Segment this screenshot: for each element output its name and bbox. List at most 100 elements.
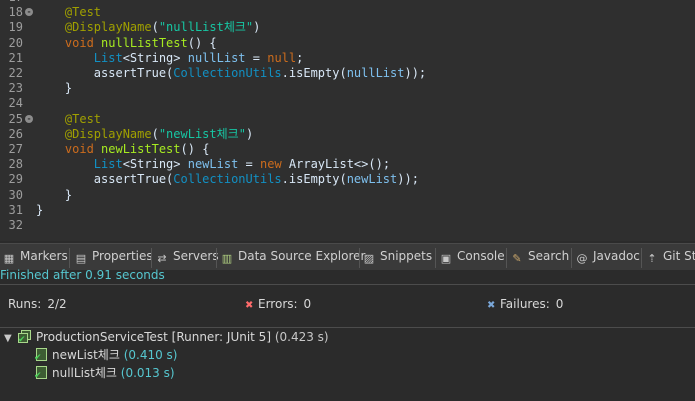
- tab-markers[interactable]: ▦ Markers: [2, 249, 68, 267]
- line-number: 29: [8, 172, 23, 187]
- code-line[interactable]: 24: [0, 96, 695, 111]
- code-text: @DisplayName("newList체크"): [36, 126, 254, 141]
- test-pass-icon: ✔: [34, 348, 48, 363]
- junit-counters: Runs: 2/2 ✖ Errors: 0 ✖ Failures: 0: [0, 284, 695, 328]
- tab-search-label: Search: [528, 249, 570, 263]
- junit-status-message: Finished after 0.91 seconds: [0, 268, 165, 282]
- tree-test-row[interactable]: ✔ nullList체크 (0.013 s): [34, 364, 175, 382]
- tab-git-staging[interactable]: ⇡ Git St: [645, 249, 695, 267]
- bottom-view-tab-bar: ▦ Markers ▤ Properties ⇄ Servers ▥ Data Sour…: [0, 243, 695, 270]
- code-text: @DisplayName("nullList체크"): [36, 20, 261, 35]
- tab-servers[interactable]: ⇄ Servers: [155, 249, 218, 267]
- line-number: 23: [8, 81, 23, 96]
- line-number: 24: [8, 96, 23, 111]
- tab-git-label: Git St: [663, 249, 695, 263]
- code-text: List<String> newList = new ArrayList<>()…: [36, 157, 391, 172]
- code-editor[interactable]: 1718- @Test19 @DisplayName("nullList체크")…: [0, 0, 695, 241]
- failures-value: 0: [555, 297, 564, 311]
- runs-label: Runs:: [8, 297, 42, 311]
- test-time: (0.410 s): [123, 348, 178, 362]
- code-text: List<String> nullList = null;: [36, 50, 304, 65]
- code-line[interactable]: 30 }: [0, 188, 695, 203]
- tab-separator: [151, 248, 152, 268]
- line-number: 26: [8, 126, 23, 141]
- tab-separator: [69, 248, 70, 268]
- tab-snippets[interactable]: ▨ Snippets: [362, 249, 432, 267]
- suite-time: (0.423 s): [274, 330, 329, 344]
- tab-properties-label: Properties: [92, 249, 153, 263]
- code-text: @Test: [36, 111, 102, 126]
- code-line[interactable]: 22 assertTrue(CollectionUtils.isEmpty(nu…: [0, 66, 695, 81]
- junit-test-tree: ▼ ✔ ProductionServiceTest [Runner: JUnit 5…: [0, 329, 695, 401]
- tree-suite-row[interactable]: ▼ ✔ ProductionServiceTest [Runner: JUnit 5…: [4, 328, 329, 346]
- line-number: 28: [8, 157, 23, 172]
- tab-console[interactable]: ▣ Console: [439, 249, 505, 267]
- errors-value: 0: [303, 297, 312, 311]
- tab-search[interactable]: ✎ Search: [510, 249, 569, 267]
- code-line[interactable]: 18- @Test: [0, 5, 695, 20]
- code-line[interactable]: 25- @Test: [0, 112, 695, 127]
- tab-separator: [435, 248, 436, 268]
- line-number: 30: [8, 187, 23, 202]
- errors-counter: ✖ Errors: 0: [245, 297, 311, 311]
- tab-console-label: Console: [457, 249, 505, 263]
- code-text: }: [36, 81, 73, 96]
- failures-counter: ✖ Failures: 0: [487, 297, 563, 311]
- line-number: 18: [8, 5, 23, 20]
- git-staging-icon: ⇡: [647, 252, 657, 265]
- failures-label: Failures:: [500, 297, 550, 311]
- fold-toggle-icon[interactable]: -: [25, 8, 33, 17]
- tab-separator: [359, 248, 360, 268]
- tab-data-source-label: Data Source Explorer: [238, 249, 366, 263]
- code-line[interactable]: 26 @DisplayName("newList체크"): [0, 127, 695, 142]
- markers-icon: ▦: [3, 252, 15, 265]
- line-number: 32: [8, 218, 23, 232]
- tab-snippets-label: Snippets: [380, 249, 433, 263]
- tab-javadoc[interactable]: @ Javadoc: [575, 249, 640, 267]
- snippets-icon: ▨: [363, 252, 375, 265]
- code-line[interactable]: 29 assertTrue(CollectionUtils.isEmpty(ne…: [0, 172, 695, 187]
- code-line[interactable]: 27 void newListTest() {: [0, 142, 695, 157]
- code-line[interactable]: 23 }: [0, 81, 695, 96]
- tree-test-row[interactable]: ✔ newList체크 (0.410 s): [34, 346, 178, 364]
- suite-name: ProductionServiceTest [Runner: JUnit 5]: [36, 330, 271, 344]
- properties-icon: ▤: [75, 252, 87, 265]
- test-time: (0.013 s): [120, 366, 175, 380]
- tab-separator: [506, 248, 507, 268]
- code-line[interactable]: 31}: [0, 203, 695, 218]
- line-number: 27: [8, 142, 23, 156]
- test-pass-icon: ✔: [34, 366, 48, 381]
- code-text: @Test: [36, 5, 102, 20]
- code-text: }: [36, 202, 44, 217]
- code-line[interactable]: 19 @DisplayName("nullList체크"): [0, 20, 695, 35]
- code-line[interactable]: 20 void nullListTest() {: [0, 36, 695, 51]
- line-number: 22: [8, 66, 23, 80]
- search-icon: ✎: [512, 252, 522, 265]
- errors-label: Errors:: [258, 297, 298, 311]
- code-text: void newListTest() {: [36, 142, 210, 156]
- code-line[interactable]: 21 List<String> nullList = null;: [0, 51, 695, 66]
- fold-toggle-icon[interactable]: -: [25, 114, 33, 123]
- line-number: 25: [8, 111, 23, 126]
- line-number: 21: [8, 50, 23, 65]
- code-text: }: [36, 187, 73, 202]
- test-name: newList체크: [52, 348, 120, 362]
- servers-icon: ⇄: [157, 252, 167, 265]
- code-line[interactable]: 28 List<String> newList = new ArrayList<…: [0, 157, 695, 172]
- tab-separator: [641, 248, 642, 268]
- tab-properties[interactable]: ▤ Properties: [74, 249, 153, 267]
- runs-counter: Runs: 2/2: [8, 297, 67, 311]
- tab-separator: [571, 248, 572, 268]
- data-source-icon: ▥: [221, 252, 233, 265]
- code-line[interactable]: 32: [0, 218, 695, 233]
- tab-markers-label: Markers: [20, 249, 68, 263]
- test-suite-icon: ✔: [18, 330, 32, 345]
- line-number: 20: [8, 35, 23, 50]
- runs-value: 2/2: [47, 297, 67, 311]
- test-name: nullList체크: [52, 366, 117, 380]
- console-icon: ▣: [440, 252, 452, 265]
- tab-separator: [216, 248, 217, 268]
- tab-data-source-explorer[interactable]: ▥ Data Source Explorer: [220, 249, 366, 267]
- chevron-down-icon[interactable]: ▼: [4, 330, 18, 348]
- code-text: assertTrue(CollectionUtils.isEmpty(nullL…: [36, 66, 427, 80]
